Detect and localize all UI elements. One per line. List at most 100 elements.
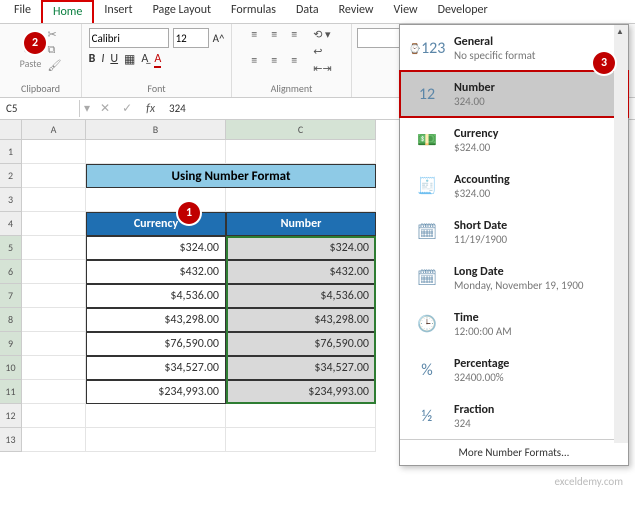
cell[interactable] [22,212,86,236]
cell-currency[interactable]: $324.00 [86,236,226,260]
font-name-select[interactable] [89,28,169,48]
row-header[interactable]: 1 [0,140,22,164]
row-header[interactable]: 5 [0,236,22,260]
column-header-number[interactable]: Number [226,212,376,236]
row-header[interactable]: 11 [0,380,22,404]
bold-button[interactable]: B [89,52,96,68]
name-box[interactable]: C5 [0,100,80,117]
font-color-icon[interactable]: A [154,52,161,68]
cell[interactable] [22,284,86,308]
cell-number[interactable]: $432.00 [226,260,376,284]
cell-number[interactable]: $324.00 [226,236,376,260]
align-top[interactable] [251,28,267,42]
align-bot[interactable] [291,28,307,42]
cell[interactable] [22,404,86,428]
cell[interactable] [86,428,226,452]
copy-icon[interactable]: ⧉ [48,43,62,57]
cell[interactable] [86,140,226,164]
row-header[interactable]: 10 [0,356,22,380]
orientation-icon[interactable]: ⟲ ▾ [313,28,331,41]
cell-currency[interactable]: $43,298.00 [86,308,226,332]
col-header[interactable]: A [22,120,86,140]
cell[interactable] [22,260,86,284]
underline-button[interactable]: U [110,52,118,68]
row-header[interactable]: 2 [0,164,22,188]
cell[interactable] [22,140,86,164]
cell[interactable] [22,308,86,332]
select-all-corner[interactable] [0,120,22,140]
row-header[interactable]: 7 [0,284,22,308]
format-option-longdate[interactable]: 🗓 Long DateMonday, November 19, 1900 [400,255,628,301]
fill-icon[interactable]: A̲ [141,52,148,68]
column-header-currency[interactable]: Currency [86,212,226,236]
cell-number[interactable]: $4,536.00 [226,284,376,308]
tab-home[interactable]: Home [41,0,94,23]
cell[interactable] [86,188,226,212]
cell[interactable] [226,428,376,452]
row-header[interactable]: 3 [0,188,22,212]
group-label-alignment: Alignment [271,80,313,97]
align-mid[interactable] [271,28,287,42]
cell[interactable] [226,140,376,164]
format-painter-icon[interactable]: 🖌 [48,59,62,72]
cell[interactable] [22,356,86,380]
row-header[interactable]: 12 [0,404,22,428]
format-option-accounting[interactable]: 🧾 Accounting$324.00 [400,163,628,209]
cell-currency[interactable]: $234,993.00 [86,380,226,404]
cell[interactable] [22,188,86,212]
cell[interactable] [22,380,86,404]
row-header[interactable]: 6 [0,260,22,284]
cell-currency[interactable]: $34,527.00 [86,356,226,380]
tab-formulas[interactable]: Formulas [221,0,286,23]
format-option-percentage[interactable]: % Percentage32400.00% [400,347,628,393]
tab-data[interactable]: Data [286,0,329,23]
cell[interactable] [226,188,376,212]
cell[interactable] [22,164,86,188]
format-option-shortdate[interactable]: 🗓 Short Date11/19/1900 [400,209,628,255]
cell-currency[interactable]: $432.00 [86,260,226,284]
tab-pagelayout[interactable]: Page Layout [143,0,221,23]
align-left[interactable] [251,54,267,68]
dropdown-scrollbar[interactable] [614,25,628,443]
wrap-text-icon[interactable]: ↩ [313,45,331,58]
border-button[interactable]: ▦ [124,52,135,68]
row-header[interactable]: 8 [0,308,22,332]
cell[interactable] [226,404,376,428]
row-header[interactable]: 9 [0,332,22,356]
cell[interactable] [22,236,86,260]
row-header[interactable]: 4 [0,212,22,236]
cell-number[interactable]: $43,298.00 [226,308,376,332]
cell-number[interactable]: $34,527.00 [226,356,376,380]
cell-currency[interactable]: $76,590.00 [86,332,226,356]
cell[interactable] [22,428,86,452]
cell-number[interactable]: $234,993.00 [226,380,376,404]
format-option-currency[interactable]: 💵 Currency$324.00 [400,117,628,163]
cell-number[interactable]: $76,590.00 [226,332,376,356]
tab-view[interactable]: View [384,0,428,23]
tab-developer[interactable]: Developer [428,0,498,23]
format-option-fraction[interactable]: ½ Fraction324 [400,393,628,439]
tab-insert[interactable]: Insert [94,0,142,23]
font-size-select[interactable] [173,28,209,48]
format-option-number[interactable]: 12 Number324.00 [400,71,628,117]
cell[interactable] [86,404,226,428]
cell-currency[interactable]: $4,536.00 [86,284,226,308]
formula-value[interactable]: 324 [163,102,192,115]
cell[interactable] [22,332,86,356]
col-header[interactable]: C [226,120,376,140]
increase-font-icon[interactable]: A^ [213,32,225,45]
more-number-formats[interactable]: More Number Formats... [400,439,628,465]
format-sub: 324.00 [454,95,495,108]
merge-icon[interactable]: ⇤⇥ [313,62,331,75]
table-title[interactable]: Using Number Format [86,164,376,188]
cut-icon[interactable]: ✂ [48,28,62,41]
align-right[interactable] [291,54,307,68]
format-option-time[interactable]: 🕒 Time12:00:00 AM [400,301,628,347]
align-center[interactable] [271,54,287,68]
col-header[interactable]: B [86,120,226,140]
tab-review[interactable]: Review [329,0,384,23]
tab-file[interactable]: File [4,0,41,23]
italic-button[interactable]: I [101,52,104,68]
row-header[interactable]: 13 [0,428,22,452]
fx-icon[interactable]: fx [138,102,163,116]
